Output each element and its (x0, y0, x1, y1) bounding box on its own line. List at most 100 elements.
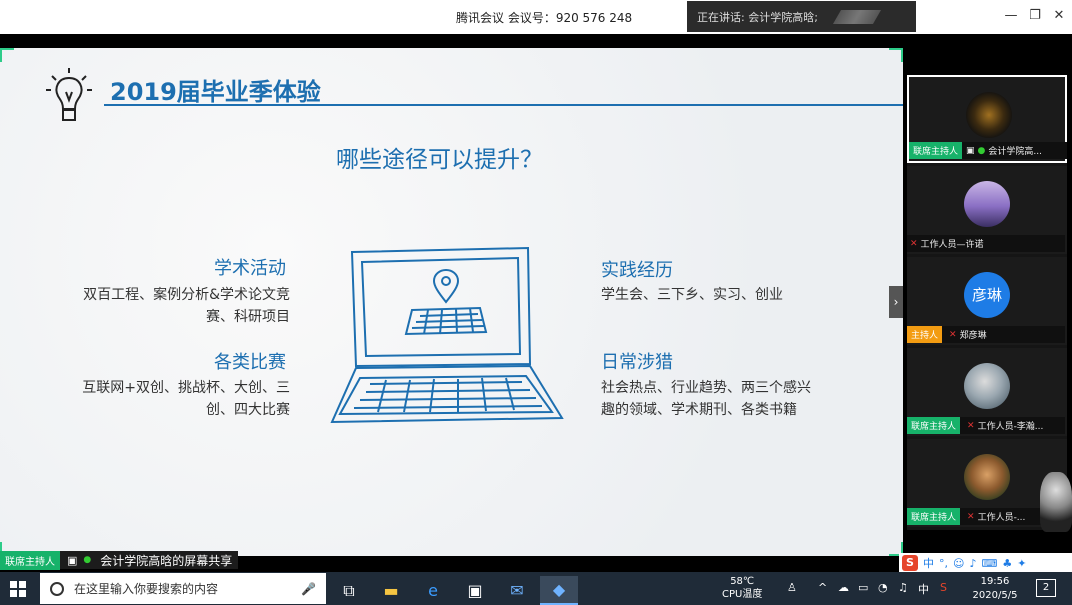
cpu-temp-widget[interactable]: 58℃ CPU温度 (722, 575, 762, 601)
section-title-academic: 学术活动 (214, 258, 286, 279)
meeting-id-label: 腾讯会议 会议号：920 576 248 (456, 11, 633, 25)
meeting-titlebar: 腾讯会议 会议号：920 576 248 正在讲话: 会计学院高晗; — ❐ ✕ (0, 0, 1072, 34)
mail-icon[interactable]: ✉ (498, 576, 536, 605)
cloud-icon[interactable]: ☁ (838, 581, 849, 594)
laptop-map-illustration (330, 246, 564, 424)
speaking-label: 正在讲话: 会计学院高晗; (697, 11, 818, 24)
participant-bar: 联席主持人 ✕ 工作人员-李瀚... (907, 417, 1065, 434)
section-body-line: 互联网+双创、挑战杯、大创、三 (82, 380, 290, 396)
slide-question: 哪些途径可以提升？ (336, 147, 543, 173)
ime-toolbar: S 中 °, ☺ ♪ ⌨ ♣ ✦ (899, 553, 1072, 573)
task-view-icon[interactable]: ⧉ (330, 576, 368, 605)
tray-lang[interactable]: 中 (918, 581, 929, 597)
cpu-temp-value: 58℃ (730, 576, 755, 587)
avatar (964, 181, 1010, 227)
slide-title: 2019届毕业季体验 (110, 78, 321, 106)
mic-muted-icon: ✕ (967, 511, 975, 522)
share-icon: ▣ (966, 145, 975, 156)
windows-taskbar: 在这里输入你要搜索的内容 🎤 ⧉ ▬ e ▣ ✉ ◆ 58℃ CPU温度 ♙ ^… (0, 572, 1072, 605)
emoji-icon[interactable]: ☺ (953, 557, 964, 570)
clock-time: 19:56 (980, 576, 1010, 587)
participant-tile[interactable]: ✕ 工作人员—许诺 (907, 166, 1067, 254)
voice-icon[interactable]: ♪ (969, 557, 976, 570)
toolbox-icon[interactable]: ✦ (1017, 557, 1026, 570)
section-body-line: 赛、科研项目 (206, 309, 290, 325)
mic-muted-icon: ✕ (967, 420, 975, 431)
panel-toggle-arrow[interactable]: › (889, 286, 903, 318)
section-body-line: 创、四大比赛 (206, 402, 290, 418)
taskbar-search-box[interactable]: 在这里输入你要搜索的内容 🎤 (40, 573, 326, 604)
cpu-temp-label: CPU温度 (722, 589, 763, 600)
avatar (964, 363, 1010, 409)
notification-icon[interactable]: 2 (1036, 579, 1056, 597)
shared-screen-slide: 2019届毕业季体验 哪些途径可以提升？ 学术活动 双百工程、案例分析&学术论文… (0, 48, 903, 556)
mic-icon: ● (977, 145, 986, 156)
participant-name: 工作人员—许诺 (920, 240, 984, 250)
battery-icon[interactable]: ▭ (858, 581, 868, 594)
skin-icon[interactable]: ♣ (1002, 557, 1012, 570)
avatar (966, 92, 1012, 138)
cortana-icon (50, 581, 64, 596)
avatar: 彦琳 (964, 272, 1010, 318)
section-body-line: 学生会、三下乡、实习、创业 (601, 287, 783, 303)
participant-tile[interactable]: 彦琳 主持人 ✕ 郑彦琳 (907, 257, 1067, 345)
sogou-tray-icon[interactable]: S (940, 581, 947, 594)
assistant-robot-icon[interactable] (1040, 472, 1072, 532)
mic-icon: ● (83, 555, 92, 565)
tencent-meeting-icon[interactable]: ◆ (540, 576, 578, 605)
search-placeholder: 在这里输入你要搜索的内容 (74, 582, 219, 596)
role-badge: 联席主持人 (907, 417, 961, 434)
chevron-up-icon[interactable]: ^ (818, 581, 827, 594)
title-underline (104, 104, 903, 106)
host-badge: 联席主持人 (0, 550, 60, 570)
volume-icon[interactable]: ♫ (898, 581, 908, 594)
keyboard-icon[interactable]: ⌨ (982, 557, 998, 570)
section-title-competitions: 各类比赛 (214, 352, 286, 373)
frame-corner (0, 48, 14, 62)
share-icon: ▣ (67, 553, 78, 567)
windows-start-icon[interactable] (10, 581, 26, 597)
system-clock[interactable]: 19:56 2020/5/5 (970, 575, 1020, 603)
blurred-name (832, 10, 882, 24)
minimize-button[interactable]: — (1004, 8, 1018, 23)
participant-tile[interactable]: 联席主持人 ▣ ● 会计学院高... (907, 75, 1067, 163)
participants-panel: 联席主持人 ▣ ● 会计学院高... ✕ 工作人员—许诺 彦琳 主持人 ✕ 郑彦… (907, 75, 1067, 530)
screen-share-label: 联席主持人 ▣ ● 会计学院高晗的屏幕共享 (0, 550, 239, 570)
section-body-daily: 社会热点、行业趋势、两三个感兴 趣的领域、学术期刊、各类书籍 (601, 377, 861, 421)
participant-name: 工作人员-李瀚... (977, 422, 1044, 432)
clock-date: 2020/5/5 (972, 590, 1018, 601)
role-badge: 联席主持人 (907, 508, 961, 525)
close-button[interactable]: ✕ (1052, 8, 1066, 23)
section-title-practice: 实践经历 (601, 260, 673, 281)
ime-lang[interactable]: 中 (923, 555, 934, 571)
microphone-icon[interactable]: 🎤 (301, 582, 316, 596)
punctuation-icon[interactable]: °, (939, 557, 948, 570)
participant-bar: ✕ 工作人员—许诺 (907, 235, 1065, 252)
mic-muted-icon: ✕ (910, 238, 918, 249)
avatar (964, 454, 1010, 500)
sogou-ime-icon[interactable]: S (902, 555, 918, 571)
frame-corner (889, 48, 903, 62)
wifi-icon[interactable]: ◔ (878, 581, 888, 594)
section-body-practice: 学生会、三下乡、实习、创业 (601, 284, 861, 306)
section-body-line: 双百工程、案例分析&学术论文竞 (83, 287, 290, 303)
section-body-competitions: 互联网+双创、挑战杯、大创、三 创、四大比赛 (60, 377, 290, 421)
section-title-daily: 日常涉猎 (601, 352, 673, 373)
participant-tile[interactable]: 联席主持人 ✕ 工作人员-李瀚... (907, 348, 1067, 436)
section-body-line: 趣的领域、学术期刊、各类书籍 (601, 402, 797, 418)
section-body-academic: 双百工程、案例分析&学术论文竞 赛、科研项目 (60, 284, 290, 328)
share-label: 会计学院高晗的屏幕共享 (100, 553, 233, 568)
store-icon[interactable]: ▣ (456, 576, 494, 605)
participant-bar: 主持人 ✕ 郑彦琳 (907, 326, 1065, 343)
participant-name: 会计学院高... (988, 147, 1042, 157)
mic-muted-icon: ✕ (949, 329, 957, 340)
participant-name: 郑彦琳 (959, 331, 987, 341)
restore-button[interactable]: ❐ (1028, 8, 1042, 23)
edge-browser-icon[interactable]: e (414, 576, 452, 605)
section-body-line: 社会热点、行业趋势、两三个感兴 (601, 380, 811, 396)
file-explorer-icon[interactable]: ▬ (372, 576, 410, 605)
speaking-indicator: 正在讲话: 会计学院高晗; (687, 1, 916, 32)
people-icon[interactable]: ♙ (787, 581, 797, 594)
participant-name: 工作人员-... (977, 513, 1026, 523)
lightbulb-icon (46, 68, 92, 121)
